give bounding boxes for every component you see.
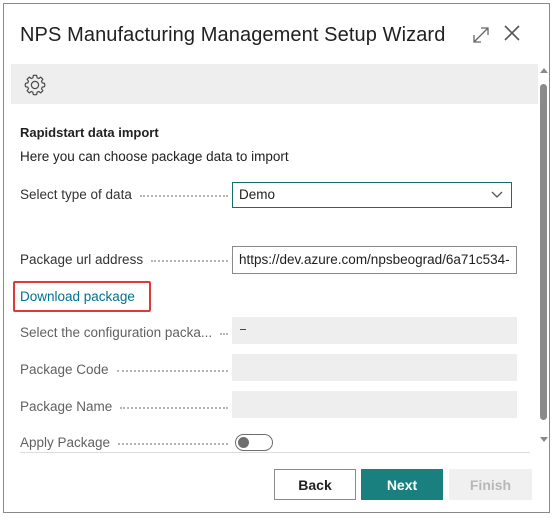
scroll-down-arrow-icon[interactable] xyxy=(540,437,548,442)
type-of-data-select[interactable]: Demo xyxy=(232,182,512,208)
type-of-data-value: Demo xyxy=(239,187,276,202)
apply-package-label: Apply Package xyxy=(20,433,230,451)
scroll-up-arrow-icon[interactable] xyxy=(540,68,548,73)
package-url-input[interactable]: https://dev.azure.com/npsbeograd/6a71c53… xyxy=(232,246,517,274)
package-code-label: Package Code xyxy=(20,360,230,378)
package-name-field xyxy=(232,391,517,418)
dialog-title: NPS Manufacturing Management Setup Wizar… xyxy=(20,24,446,46)
apply-package-toggle[interactable] xyxy=(235,434,273,451)
action-bar xyxy=(11,64,538,104)
section-description: Here you can choose package data to impo… xyxy=(20,149,289,164)
expand-icon[interactable] xyxy=(472,26,490,44)
chevron-down-icon xyxy=(491,191,503,198)
vertical-scrollbar[interactable] xyxy=(539,66,549,452)
config-package-field[interactable] xyxy=(232,317,517,344)
config-package-label: Select the configuration packa... xyxy=(20,323,230,341)
highlight-annotation xyxy=(13,281,151,312)
divider xyxy=(20,452,530,453)
close-icon[interactable] xyxy=(502,23,522,43)
lookup-indicator xyxy=(240,329,246,330)
next-button[interactable]: Next xyxy=(361,469,443,500)
gear-icon[interactable] xyxy=(23,73,47,97)
back-button[interactable]: Back xyxy=(274,469,356,500)
section-title: Rapidstart data import xyxy=(20,125,159,140)
package-url-label: Package url address xyxy=(20,250,230,268)
scroll-thumb[interactable] xyxy=(540,84,547,420)
toggle-knob xyxy=(238,437,249,448)
type-of-data-label: Select type of data xyxy=(20,185,230,203)
package-code-field xyxy=(232,354,517,381)
package-name-label: Package Name xyxy=(20,397,230,415)
setup-wizard-dialog: NPS Manufacturing Management Setup Wizar… xyxy=(3,3,550,513)
finish-button[interactable]: Finish xyxy=(449,469,532,500)
